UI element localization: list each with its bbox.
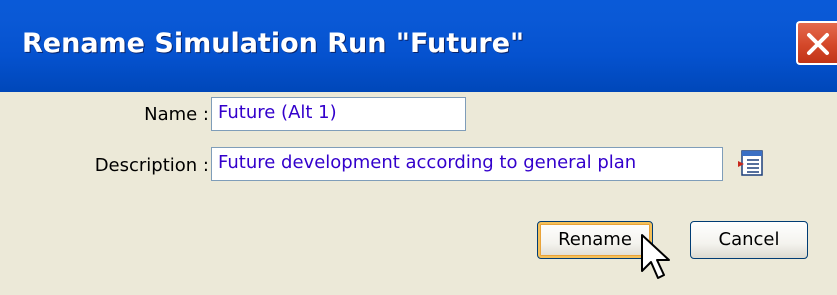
dialog-title: Rename Simulation Run "Future" [22, 28, 525, 59]
name-field[interactable]: Future (Alt 1) [211, 97, 466, 131]
edit-description-button[interactable] [738, 149, 764, 177]
close-icon [807, 33, 829, 55]
rename-dialog: Rename Simulation Run "Future" Name : Fu… [0, 0, 837, 295]
edit-description-icon [738, 150, 763, 176]
rename-button[interactable]: Rename [537, 221, 653, 259]
cancel-button[interactable]: Cancel [690, 221, 808, 259]
name-label: Name : [144, 104, 209, 125]
mouse-pointer-icon [641, 234, 670, 279]
description-label: Description : [94, 155, 209, 176]
close-button[interactable] [796, 21, 837, 65]
title-bar[interactable]: Rename Simulation Run "Future" [0, 0, 837, 92]
description-field[interactable]: Future development according to general … [211, 147, 723, 181]
